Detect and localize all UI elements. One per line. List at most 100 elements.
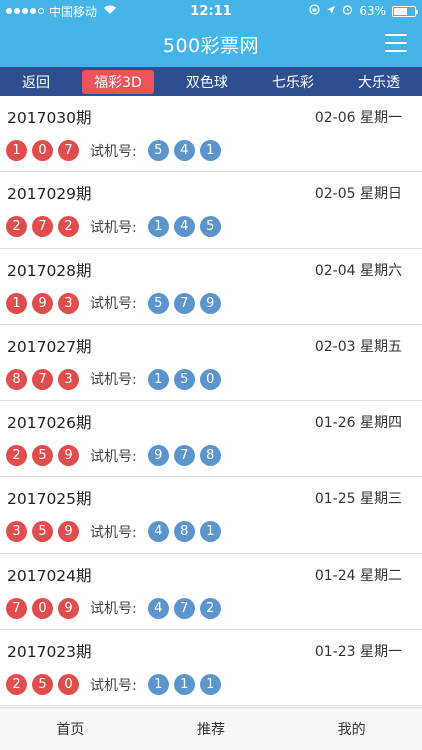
trial-number-ball: 0 [199, 368, 221, 390]
trial-number-ball: 1 [147, 368, 169, 390]
trial-number-ball: 7 [173, 597, 195, 619]
trial-number-ball: 5 [173, 368, 195, 390]
draw-row[interactable]: 2017027期 02-03 星期五 8 7 3 试机号: 1 5 0 [0, 325, 422, 402]
trial-number-label: 试机号: [90, 143, 137, 160]
draw-issue-number: 2017024期 [7, 566, 92, 585]
trial-number-ball: 1 [199, 521, 221, 543]
tab-daletou[interactable]: 大乐透 [346, 70, 412, 94]
draw-list: 2017030期 02-06 星期一 1 0 7 试机号: 5 4 1 2017029期 02-05… [0, 96, 422, 707]
alarm-icon [342, 4, 353, 18]
draw-row[interactable]: 2017030期 02-06 星期一 1 0 7 试机号: 5 4 1 [0, 96, 422, 173]
status-bar: 中国移动 12:11 63% [0, 0, 422, 22]
draw-issue-number: 2017025期 [7, 490, 92, 509]
draw-issue-number: 2017030期 [7, 109, 92, 127]
top-bar: 中国移动 12:11 63% 500彩票网 [0, 0, 422, 67]
trial-number-label: 试机号: [90, 219, 137, 236]
winning-number-ball: 0 [58, 674, 79, 696]
winning-number-ball: 9 [32, 292, 53, 314]
winning-number-ball: 8 [6, 368, 27, 390]
bottom-nav: 首页 推荐 我的 [0, 707, 422, 750]
wifi-icon [103, 4, 117, 18]
location-icon [326, 4, 336, 18]
winning-number-ball: 5 [32, 445, 53, 467]
signal-strength-icon [6, 8, 44, 14]
trial-number-label: 试机号: [90, 601, 137, 618]
winning-number-ball: 2 [6, 445, 27, 467]
draw-numbers: 2 5 0 试机号: 1 1 1 [6, 674, 226, 696]
trial-number-ball: 5 [147, 292, 169, 314]
battery-percent: 63% [359, 4, 386, 18]
draw-date: 01-24 星期二 [314, 567, 402, 584]
draw-row[interactable]: 2017029期 02-05 星期日 2 7 2 试机号: 1 4 5 [0, 172, 422, 249]
app-header: 500彩票网 [0, 22, 422, 67]
draw-date: 02-05 星期日 [314, 186, 402, 203]
draw-row[interactable]: 2017028期 02-04 星期六 1 9 3 试机号: 5 7 9 [0, 249, 422, 325]
trial-number-ball: 8 [199, 445, 221, 467]
winning-number-ball: 7 [58, 140, 79, 161]
draw-numbers: 2 7 2 试机号: 1 4 5 [6, 216, 226, 238]
trial-number-label: 试机号: [90, 524, 137, 541]
winning-number-ball: 2 [6, 674, 27, 696]
lock-rotation-icon [309, 4, 320, 18]
draw-issue-number: 2017028期 [7, 261, 92, 280]
draw-date: 01-23 星期一 [314, 644, 402, 661]
trial-number-ball: 1 [147, 674, 169, 696]
trial-number-ball: 4 [173, 216, 195, 238]
draw-numbers: 1 0 7 试机号: 5 4 1 [6, 140, 226, 161]
draw-issue-number: 2017027期 [7, 337, 92, 356]
draw-date: 02-04 星期六 [314, 262, 402, 279]
winning-number-ball: 5 [32, 674, 53, 696]
nav-profile[interactable]: 我的 [338, 719, 366, 739]
trial-number-ball: 7 [173, 292, 195, 314]
winning-number-ball: 0 [32, 140, 53, 161]
trial-number-label: 试机号: [90, 296, 137, 313]
draw-date: 02-03 星期五 [314, 338, 402, 355]
tab-fucai-3d[interactable]: 福彩3D [82, 69, 154, 94]
draw-issue-number: 2017023期 [7, 643, 92, 662]
draw-numbers: 1 9 3 试机号: 5 7 9 [6, 292, 226, 314]
winning-number-ball: 3 [58, 292, 79, 314]
draw-row[interactable]: 2017025期 01-25 星期三 3 5 9 试机号: 4 8 1 [0, 477, 422, 554]
draw-numbers: 2 5 9 试机号: 9 7 8 [6, 445, 226, 467]
app-title: 500彩票网 [162, 35, 260, 57]
trial-number-label: 试机号: [90, 372, 137, 389]
draw-numbers: 3 5 9 试机号: 4 8 1 [6, 521, 226, 543]
winning-number-ball: 2 [58, 216, 79, 238]
trial-number-label: 试机号: [90, 448, 137, 465]
draw-row[interactable]: 2017024期 01-24 星期二 7 0 9 试机号: 4 7 2 [0, 554, 422, 631]
draw-issue-number: 2017026期 [7, 414, 92, 433]
trial-number-ball: 5 [147, 140, 169, 161]
draw-date: 01-25 星期三 [314, 491, 402, 508]
winning-number-ball: 9 [58, 445, 79, 467]
hamburger-menu-icon[interactable] [385, 34, 407, 52]
trial-number-ball: 4 [173, 140, 195, 161]
trial-number-ball: 5 [199, 216, 221, 238]
carrier-name: 中国移动 [49, 4, 98, 19]
tab-shuangseqiu[interactable]: 双色球 [174, 70, 240, 94]
tab-qilecai[interactable]: 七乐彩 [260, 70, 326, 94]
battery-icon [392, 5, 418, 17]
trial-number-ball: 1 [147, 216, 169, 238]
tab-back[interactable]: 返回 [10, 70, 62, 94]
draw-row[interactable]: 2017026期 01-26 星期四 2 5 9 试机号: 9 7 8 [0, 401, 422, 478]
trial-number-ball: 9 [199, 292, 221, 314]
winning-number-ball: 7 [6, 597, 27, 619]
trial-number-label: 试机号: [90, 677, 137, 694]
winning-number-ball: 1 [6, 292, 27, 314]
lottery-tabs: 返回 福彩3D 双色球 七乐彩 大乐透 [0, 67, 422, 96]
draw-row[interactable]: 2017023期 01-23 星期一 2 5 0 试机号: 1 1 1 [0, 630, 422, 707]
nav-recommend[interactable]: 推荐 [197, 719, 225, 739]
nav-home[interactable]: 首页 [56, 719, 84, 739]
trial-number-ball: 4 [147, 597, 169, 619]
winning-number-ball: 0 [32, 597, 53, 619]
winning-number-ball: 3 [6, 521, 27, 543]
winning-number-ball: 9 [58, 597, 79, 619]
draw-issue-number: 2017029期 [7, 185, 92, 204]
trial-number-ball: 1 [199, 140, 221, 161]
winning-number-ball: 3 [58, 368, 79, 390]
draw-date: 02-06 星期一 [314, 110, 402, 126]
trial-number-ball: 1 [199, 674, 221, 696]
trial-number-ball: 4 [147, 521, 169, 543]
winning-number-ball: 2 [6, 216, 27, 238]
winning-number-ball: 7 [32, 216, 53, 238]
